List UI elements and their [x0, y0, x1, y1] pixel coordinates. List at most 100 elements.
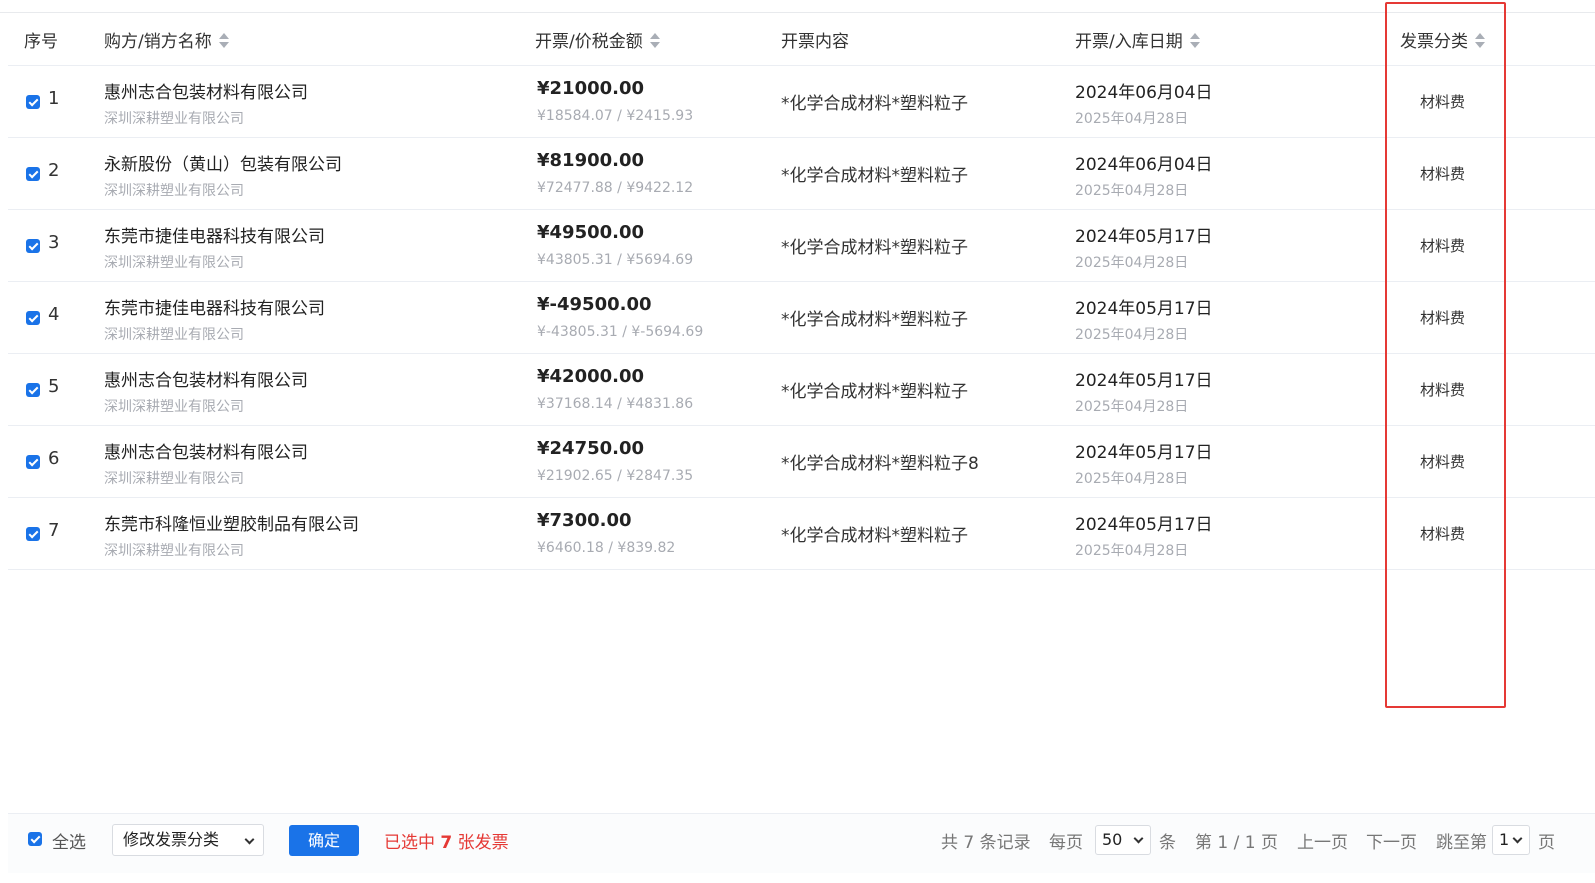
seller-name: 深圳深耕塑业有限公司 [104, 399, 244, 415]
row-index: 6 [48, 448, 60, 469]
amount-tax-detail: ¥21902.65 / ¥2847.35 [537, 468, 694, 484]
table-row[interactable]: 4 东莞市捷佳电器科技有限公司深圳深耕塑业有限公司 ¥-49500.00 ¥-4380… [8, 282, 1595, 354]
page-info: 第 1 / 1 页 [1195, 833, 1278, 853]
row-index: 4 [48, 304, 60, 325]
row-index: 5 [48, 376, 60, 397]
next-page-link[interactable]: 下一页 [1366, 828, 1417, 853]
invoice-date: 2024年05月17日 [1075, 227, 1213, 247]
invoice-amount: ¥7300.00 [537, 510, 632, 531]
column-header-party[interactable]: 购方/销方名称 [104, 14, 230, 66]
table-body: 1 惠州志合包装材料有限公司 深圳深耕塑业有限公司 ¥21000.00 ¥18584.0… [8, 66, 1595, 570]
entry-date: 2025年04月28日 [1075, 183, 1189, 199]
amount-tax-detail: ¥6460.18 / ¥839.82 [537, 540, 676, 556]
row-checkbox[interactable] [26, 95, 40, 109]
batch-action-select[interactable]: 修改发票分类 [112, 824, 264, 856]
invoice-amount: ¥42000.00 [537, 366, 645, 387]
column-header-content: 开票内容 [781, 32, 849, 52]
seller-name: 深圳深耕塑业有限公司 [104, 183, 244, 199]
sort-icon[interactable] [1189, 32, 1201, 50]
row-index: 2 [48, 160, 60, 181]
seller-name: 深圳深耕塑业有限公司 [104, 111, 244, 127]
invoice-content: *化学合成材料*塑料粒子 [781, 94, 968, 114]
table-row[interactable]: 6 惠州志合包装材料有限公司 深圳深耕塑业有限公司 ¥24750.00 ¥21902.6… [8, 426, 1595, 498]
select-all-checkbox[interactable] [28, 832, 42, 846]
column-header-index: 序号 [24, 32, 58, 52]
table-footer: 全选 修改发票分类 确定 已选中 7 张发票 共 7 条记录 每页 50 条 第… [8, 813, 1595, 873]
row-checkbox[interactable] [26, 455, 40, 469]
amount-tax-detail: ¥43805.31 / ¥5694.69 [537, 252, 694, 268]
invoice-date: 2024年05月17日 [1075, 443, 1213, 463]
select-all-label: 全选 [52, 833, 86, 853]
confirm-button[interactable]: 确定 [289, 825, 359, 856]
table-row[interactable]: 3 东莞市捷佳电器科技有限公司 深圳深耕塑业有限公司 ¥49500.00 ¥43805.… [8, 210, 1595, 282]
table-row[interactable]: 2 永新股份（黄山）包装有限公司 深圳深耕塑业有限公司 ¥81900.00 ¥72477… [8, 138, 1595, 210]
prev-page-link[interactable]: 上一页 [1297, 828, 1348, 853]
buyer-name: 东莞市捷佳电器科技有限公司 [104, 227, 325, 247]
invoice-date: 2024年06月04日 [1075, 155, 1213, 175]
invoice-date: 2024年06月04日 [1075, 83, 1213, 103]
invoice-date: 2024年05月17日 [1075, 515, 1213, 535]
table-row[interactable]: 5 惠州志合包装材料有限公司 深圳深耕塑业有限公司 ¥42000.00 ¥37168.1… [8, 354, 1595, 426]
jump-page-select[interactable]: 1 [1492, 825, 1530, 855]
seller-name: 深圳深耕塑业有限公司 [104, 255, 244, 271]
entry-date: 2025年04月28日 [1075, 399, 1189, 415]
buyer-name: 东莞市科隆恒业塑胶制品有限公司 [104, 515, 359, 535]
jump-unit: 页 [1538, 833, 1555, 853]
seller-name: 深圳深耕塑业有限公司 [104, 471, 244, 487]
table-row[interactable]: 7 东莞市科隆恒业塑胶制品有限公司 深圳深耕塑业有限公司 ¥7300.00 ¥6460.… [8, 498, 1595, 570]
chevron-down-icon [1133, 833, 1144, 844]
amount-tax-detail: ¥-43805.31 / ¥-5694.69 [537, 324, 704, 340]
seller-name: 深圳深耕塑业有限公司 [104, 327, 244, 343]
buyer-name: 永新股份（黄山）包装有限公司 [104, 155, 342, 175]
row-checkbox[interactable] [26, 383, 40, 397]
top-divider [0, 12, 1595, 13]
jump-page-value: 1 [1499, 830, 1510, 849]
chevron-down-icon [244, 834, 255, 845]
invoice-content: *化学合成材料*塑料粒子 [781, 166, 968, 186]
selected-count: 7 [440, 833, 453, 853]
row-checkbox[interactable] [26, 167, 40, 181]
sort-icon[interactable] [218, 32, 230, 50]
invoice-content: *化学合成材料*塑料粒子 [781, 238, 968, 258]
invoice-amount: ¥49500.00 [537, 222, 645, 243]
row-checkbox[interactable] [26, 527, 40, 541]
entry-date: 2025年04月28日 [1075, 111, 1189, 127]
invoice-date: 2024年05月17日 [1075, 299, 1213, 319]
amount-tax-detail: ¥72477.88 / ¥9422.12 [537, 180, 694, 196]
entry-date: 2025年04月28日 [1075, 327, 1189, 343]
per-page-value: 50 [1102, 830, 1123, 849]
buyer-name: 东莞市捷佳电器科技有限公司 [104, 299, 325, 319]
invoice-table: 序号 购方/销方名称 开票/价税金额 开票内容 开票/入库日期 发票分类 1 惠州… [8, 14, 1595, 570]
column-header-amount[interactable]: 开票/价税金额 [535, 14, 661, 66]
column-header-date[interactable]: 开票/入库日期 [1075, 14, 1201, 66]
entry-date: 2025年04月28日 [1075, 543, 1189, 559]
entry-date: 2025年04月28日 [1075, 471, 1189, 487]
total-records: 共 7 条记录 [941, 833, 1031, 853]
row-checkbox[interactable] [26, 311, 40, 325]
selected-count-text: 已选中 7 张发票 [384, 828, 509, 853]
table-row[interactable]: 1 惠州志合包装材料有限公司 深圳深耕塑业有限公司 ¥21000.00 ¥18584.0… [8, 66, 1595, 138]
invoice-date: 2024年05月17日 [1075, 371, 1213, 391]
batch-action-value: 修改发票分类 [123, 830, 220, 849]
amount-tax-detail: ¥18584.07 / ¥2415.93 [537, 108, 694, 124]
jump-to-label: 跳至第 [1436, 833, 1487, 853]
sort-icon[interactable] [649, 32, 661, 50]
selected-prefix: 已选中 [384, 833, 435, 853]
invoice-content: *化学合成材料*塑料粒子 [781, 310, 968, 330]
amount-tax-detail: ¥37168.14 / ¥4831.86 [537, 396, 694, 412]
table-header: 序号 购方/销方名称 开票/价税金额 开票内容 开票/入库日期 发票分类 [8, 14, 1595, 66]
chevron-down-icon [1512, 833, 1523, 844]
invoice-amount: ¥-49500.00 [537, 294, 652, 315]
per-page-label: 每页 [1049, 833, 1083, 853]
row-index: 7 [48, 520, 60, 541]
category-column-highlight-box [1385, 2, 1506, 708]
selected-suffix: 张发票 [457, 833, 509, 853]
per-page-select[interactable]: 50 [1095, 825, 1151, 855]
invoice-content: *化学合成材料*塑料粒子 [781, 526, 968, 546]
invoice-content: *化学合成材料*塑料粒子 [781, 382, 968, 402]
buyer-name: 惠州志合包装材料有限公司 [104, 443, 308, 463]
invoice-content: *化学合成材料*塑料粒子8 [781, 454, 979, 474]
row-checkbox[interactable] [26, 239, 40, 253]
buyer-name: 惠州志合包装材料有限公司 [104, 83, 308, 103]
entry-date: 2025年04月28日 [1075, 255, 1189, 271]
